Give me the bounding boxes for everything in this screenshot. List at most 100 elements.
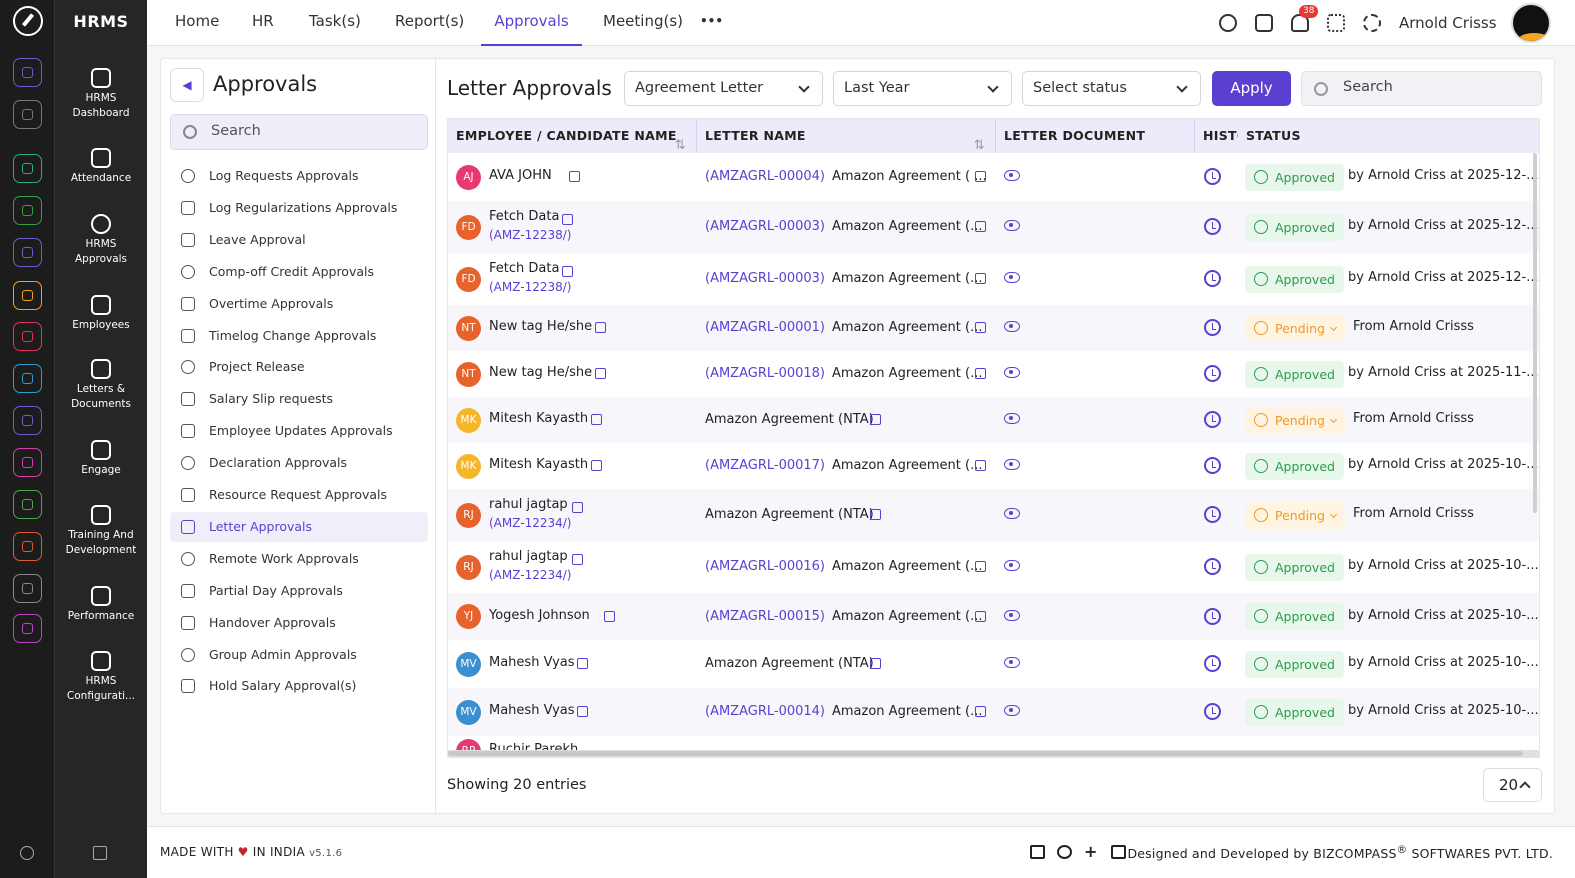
nav-approvals[interactable]: Approvals [481,0,582,46]
rail-pin-icon[interactable] [13,100,42,129]
windows-icon[interactable] [1030,845,1045,859]
employee-code[interactable]: (AMZ-12238/) [489,228,571,242]
collapse-sidebar-icon[interactable] [93,846,107,860]
open-letter-icon[interactable] [975,561,986,572]
letter-code-link[interactable]: (AMZAGRL-00014) [705,704,825,719]
history-icon[interactable] [1204,365,1221,382]
back-button[interactable]: ◀ [170,68,204,102]
letter-type-select[interactable]: Agreement Letter [624,71,823,106]
employee-code[interactable]: (AMZ-12238/) [489,280,571,294]
history-icon[interactable] [1204,168,1221,185]
letter-code-link[interactable]: (AMZAGRL-00003) [705,219,825,234]
bell-icon[interactable]: 38 [1291,5,1319,32]
open-link-icon[interactable] [595,322,606,333]
rail-briefcase-icon[interactable] [13,238,42,267]
open-link-icon[interactable] [577,706,588,717]
vertical-scrollbar[interactable] [1533,153,1537,513]
period-select[interactable]: Last Year [833,71,1012,106]
avatar[interactable] [1510,3,1551,43]
status-badge[interactable]: Pending [1245,314,1345,342]
rail-goal-icon[interactable] [13,322,42,351]
open-link-icon[interactable] [572,502,583,513]
rail-building-icon[interactable] [13,574,42,603]
menu-item-leave-approval[interactable]: Leave Approval [170,225,428,255]
view-document-eye-icon[interactable] [1004,170,1020,181]
rail-target-icon[interactable] [13,196,42,225]
sidebar-item-6[interactable]: Training And Development [55,505,147,558]
open-letter-icon[interactable] [975,460,986,471]
letter-code-link[interactable]: (AMZAGRL-00017) [705,458,825,473]
view-document-eye-icon[interactable] [1004,220,1020,231]
menu-item-partial-day-approvals[interactable]: Partial Day Approvals [170,576,428,606]
horizontal-scroll-thumb[interactable] [448,751,1523,756]
open-link-icon[interactable] [591,460,602,471]
employee-name[interactable]: rahul jagtap [489,497,568,512]
sidebar-item-5[interactable]: Engage [55,440,147,478]
open-letter-icon[interactable] [975,273,986,284]
sidebar-item-4[interactable]: Letters & Documents [55,359,147,412]
open-link-icon[interactable] [569,171,580,182]
menu-item-handover-approvals[interactable]: Handover Approvals [170,608,428,638]
menu-item-log-requests-approvals[interactable]: Log Requests Approvals [170,161,428,191]
rail-settings-icon[interactable] [13,614,42,643]
employee-name[interactable]: Mahesh Vyas [489,655,575,670]
view-document-eye-icon[interactable] [1004,609,1020,621]
menu-item-hold-salary-approval-s[interactable]: Hold Salary Approval(s) [170,671,428,701]
status-badge[interactable]: Pending [1245,501,1345,529]
employee-name[interactable]: Mahesh Vyas [489,703,575,718]
sidebar-item-3[interactable]: Employees [55,295,147,333]
status-select[interactable]: Select status [1022,71,1201,106]
letter-code-link[interactable]: (AMZAGRL-00016) [705,559,825,574]
menu-item-project-release[interactable]: Project Release [170,352,428,382]
page-size-select[interactable]: 20 [1483,768,1542,802]
view-document-eye-icon[interactable] [1004,508,1020,519]
employee-name[interactable]: Yogesh Johnson [489,608,590,623]
open-link-icon[interactable] [572,554,583,565]
search-icon[interactable] [1219,14,1237,32]
history-icon[interactable] [1204,457,1221,474]
history-icon[interactable] [1204,703,1221,720]
view-document-eye-icon[interactable] [1004,413,1020,424]
letter-code-link[interactable]: (AMZAGRL-00015) [705,609,825,624]
menu-item-timelog-change-approvals[interactable]: Timelog Change Approvals [170,321,428,351]
document-icon[interactable] [1111,845,1126,859]
status-badge[interactable]: Pending [1245,406,1345,434]
open-link-icon[interactable] [591,414,602,425]
employee-name[interactable]: New tag He/she [489,319,592,334]
apply-button[interactable]: Apply [1212,71,1291,106]
rail-chart-icon[interactable] [13,406,42,435]
history-icon[interactable] [1204,319,1221,336]
history-icon[interactable] [1204,218,1221,235]
table-search-input[interactable]: Search [1301,71,1542,106]
open-letter-icon[interactable] [870,414,881,425]
open-link-icon[interactable] [562,266,573,277]
view-document-eye-icon[interactable] [1004,705,1020,716]
history-icon[interactable] [1204,607,1221,625]
open-link-icon[interactable] [595,368,606,379]
menu-item-overtime-approvals[interactable]: Overtime Approvals [170,289,428,319]
rail-award-icon[interactable] [13,532,42,561]
nav-meetings[interactable]: Meeting(s) [603,0,683,46]
nav-tasks[interactable]: Task(s) [309,0,361,46]
history-icon[interactable] [1204,506,1221,523]
sidebar-item-2[interactable]: HRMS Approvals [55,214,147,267]
calendar-icon[interactable] [1255,14,1273,32]
history-icon[interactable] [1204,270,1221,287]
rail-people-icon[interactable] [13,154,42,183]
sidebar-item-1[interactable]: Attendance [55,148,147,186]
view-document-eye-icon[interactable] [1004,367,1020,378]
open-letter-icon[interactable] [975,368,986,379]
menu-item-log-regularizations-approvals[interactable]: Log Regularizations Approvals [170,193,428,223]
rail-monitor-icon[interactable] [13,448,42,477]
letter-code-link[interactable]: (AMZAGRL-00004) [705,169,825,184]
col-letter-name[interactable]: LETTER NAME ⇅ [697,119,996,153]
open-link-icon[interactable] [562,214,573,225]
menu-item-employee-updates-approvals[interactable]: Employee Updates Approvals [170,416,428,446]
employee-name[interactable]: New tag He/she [489,365,592,380]
nav-hr[interactable]: HR [252,0,274,46]
sidebar-item-0[interactable]: HRMS Dashboard [55,68,147,121]
menu-item-declaration-approvals[interactable]: Declaration Approvals [170,448,428,478]
menu-item-salary-slip-requests[interactable]: Salary Slip requests [170,384,428,414]
open-link-icon[interactable] [577,658,588,669]
sort-icon[interactable]: ⇅ [974,129,985,153]
